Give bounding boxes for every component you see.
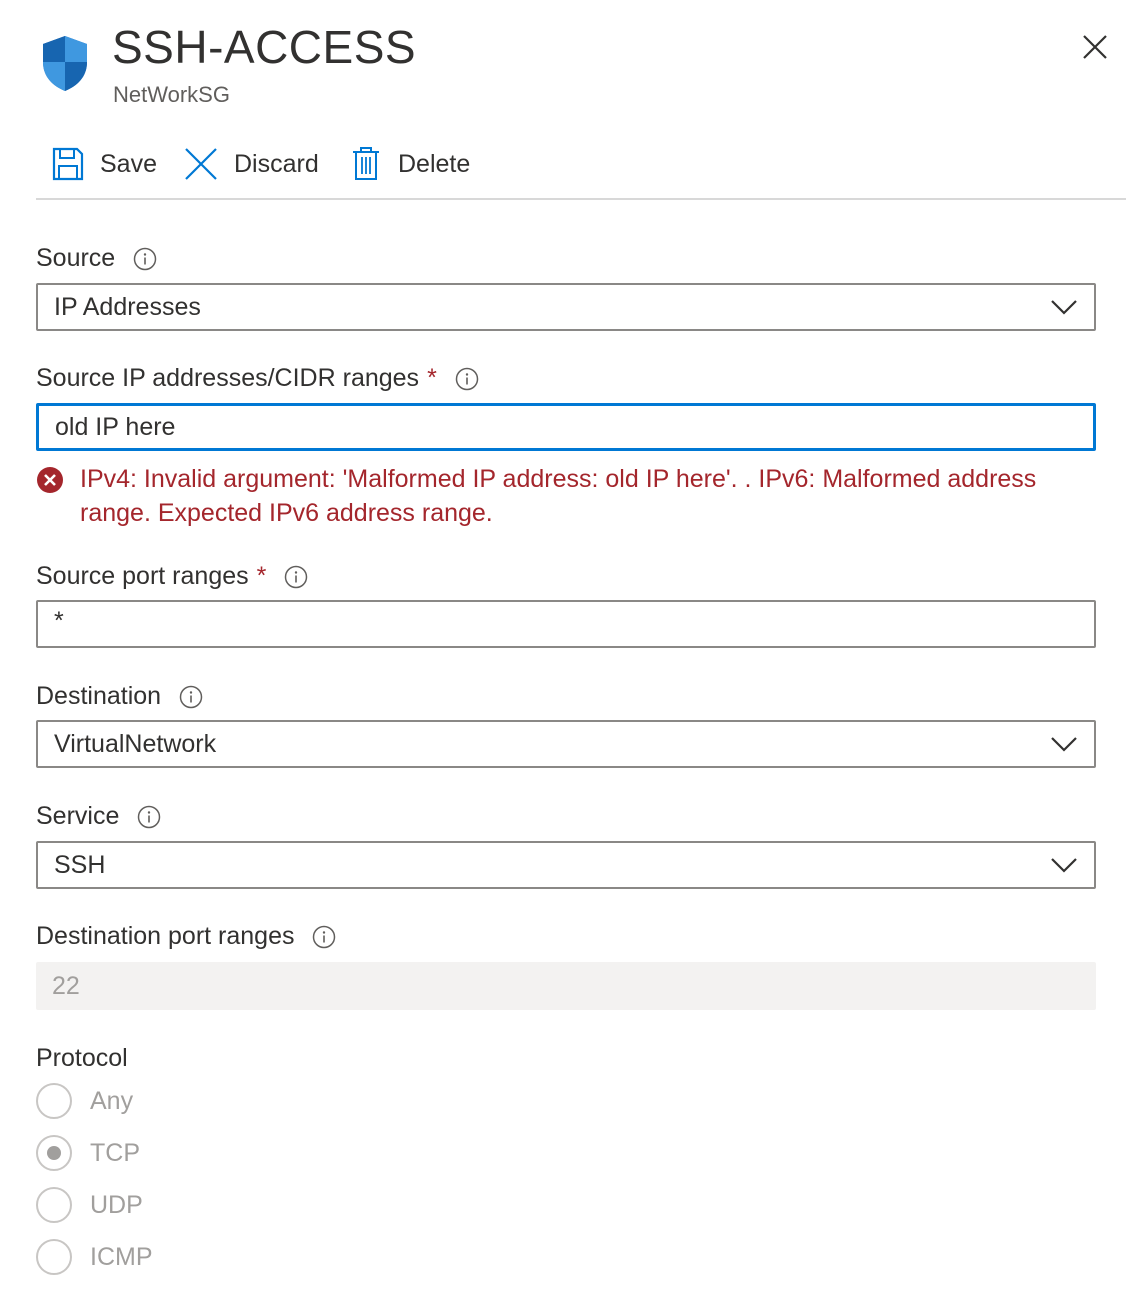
source-port-input-value: *	[54, 606, 64, 635]
save-icon	[52, 147, 84, 181]
source-dropdown[interactable]: IP Addresses	[36, 283, 1096, 331]
info-icon[interactable]	[312, 925, 336, 949]
info-icon[interactable]	[455, 367, 479, 391]
service-dropdown[interactable]: SSH	[36, 841, 1096, 889]
destination-port-label-text: Destination port ranges	[36, 922, 295, 950]
protocol-label-text: Protocol	[36, 1044, 128, 1072]
info-icon[interactable]	[137, 805, 161, 829]
chevron-down-icon	[1051, 300, 1077, 315]
info-icon[interactable]	[284, 565, 308, 589]
close-icon[interactable]	[1080, 32, 1110, 62]
service-label-text: Service	[36, 802, 120, 830]
shield-icon	[43, 36, 87, 91]
radio-label: UDP	[90, 1190, 143, 1219]
service-label: Service	[36, 802, 161, 831]
error-icon	[37, 467, 63, 493]
radio-button[interactable]	[36, 1083, 72, 1119]
chevron-down-icon	[1051, 737, 1077, 752]
info-icon[interactable]	[133, 247, 157, 271]
discard-label: Discard	[234, 149, 319, 178]
destination-dropdown-value: VirtualNetwork	[54, 729, 217, 758]
protocol-radio-udp[interactable]: UDP	[36, 1185, 143, 1225]
source-port-label: Source port ranges *	[36, 562, 308, 591]
destination-label-text: Destination	[36, 682, 162, 710]
page-subtitle: NetWorkSG	[113, 82, 230, 107]
validation-error: IPv4: Invalid argument: 'Malformed IP ad…	[36, 462, 1096, 530]
destination-port-label: Destination port ranges	[36, 922, 336, 951]
required-mark: *	[256, 562, 267, 590]
source-ip-input[interactable]: old IP here	[36, 403, 1096, 451]
blade-header: SSH-ACCESS NetWorkSG	[36, 20, 1126, 110]
error-text: IPv4: Invalid argument: 'Malformed IP ad…	[80, 465, 1037, 527]
delete-label: Delete	[398, 149, 471, 178]
discard-button[interactable]: Discard	[184, 144, 319, 184]
radio-label: ICMP	[90, 1242, 153, 1271]
source-port-label-text: Source port ranges	[36, 562, 249, 590]
source-port-input[interactable]: *	[36, 600, 1096, 648]
chevron-down-icon	[1051, 858, 1077, 873]
source-ip-label: Source IP addresses/CIDR ranges *	[36, 364, 479, 393]
service-dropdown-value: SSH	[54, 850, 106, 879]
destination-port-input: 22	[36, 962, 1096, 1010]
source-label: Source	[36, 244, 157, 273]
protocol-radio-icmp[interactable]: ICMP	[36, 1237, 153, 1277]
radio-button[interactable]	[36, 1187, 72, 1223]
protocol-radio-tcp[interactable]: TCP	[36, 1133, 140, 1173]
delete-button[interactable]: Delete	[352, 144, 470, 184]
source-ip-label-text: Source IP addresses/CIDR ranges	[36, 364, 420, 392]
protocol-label: Protocol	[36, 1044, 128, 1073]
radio-label: Any	[90, 1086, 134, 1115]
info-icon[interactable]	[179, 685, 203, 709]
source-ip-input-value: old IP here	[55, 412, 176, 441]
radio-label: TCP	[90, 1138, 140, 1167]
trash-icon	[353, 147, 379, 180]
discard-icon	[185, 148, 217, 180]
page-title: SSH-ACCESS	[112, 21, 417, 73]
radio-button[interactable]	[36, 1239, 72, 1275]
required-mark: *	[427, 364, 437, 392]
protocol-radio-any[interactable]: Any	[36, 1081, 133, 1121]
save-button[interactable]: Save	[52, 144, 157, 184]
radio-button-selected[interactable]	[36, 1135, 72, 1171]
destination-port-input-value: 22	[52, 971, 80, 1000]
source-label-text: Source	[36, 244, 116, 272]
destination-label: Destination	[36, 682, 203, 711]
command-bar: Save Discard Delete	[36, 140, 1126, 200]
save-label: Save	[100, 149, 157, 178]
destination-dropdown[interactable]: VirtualNetwork	[36, 720, 1096, 768]
source-dropdown-value: IP Addresses	[54, 292, 201, 321]
